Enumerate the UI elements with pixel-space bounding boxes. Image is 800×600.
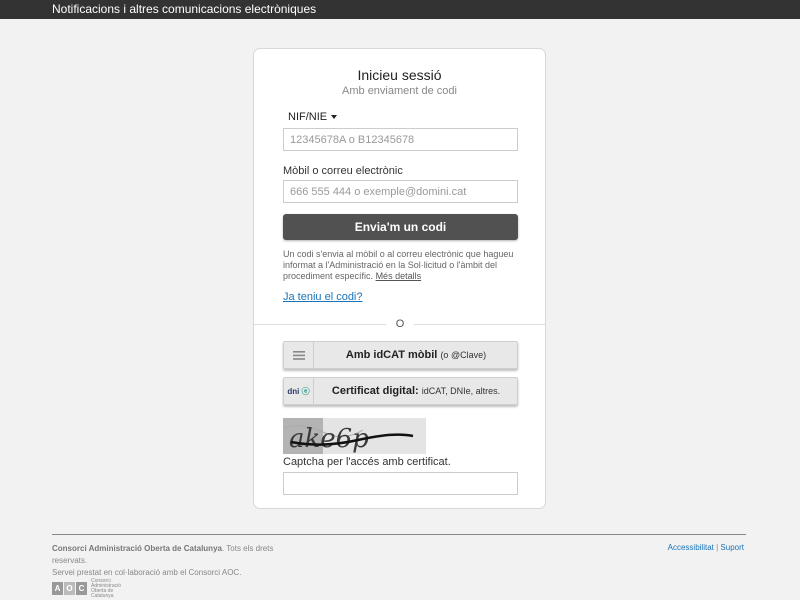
have-code-link[interactable]: Ja teniu el codi? [283,291,363,303]
caret-down-icon [331,115,338,120]
code-info-text: Un codi s'envia al mòbil o al correu ele… [283,249,523,282]
captcha-input[interactable] [283,472,518,495]
idcat-label-note: (o @Clave) [440,350,487,360]
nif-input[interactable] [283,128,518,151]
aoc-logo-letter-o: O [64,582,75,595]
id-type-select[interactable]: NIF/NIE [288,111,338,123]
captcha-image: ake6p [283,418,426,454]
contact-input[interactable] [283,180,518,203]
divider-or: O [386,318,414,330]
login-title: Inicieu sessió [357,67,442,83]
top-header-bar: Notificacions i altres comunicacions ele… [0,0,800,19]
footer-service-text: Servei prestat en col·laboració amb el C… [52,568,242,577]
more-details-link[interactable]: Més detalls [376,271,422,281]
aoc-logo-text: Consorci Administració Oberta de Catalun… [91,577,122,599]
footer-link-separator: | [716,543,719,552]
login-subtitle: Amb enviament de codi [342,85,457,97]
idcat-mobile-button[interactable]: Amb idCAT mòbil (o @Clave) [283,341,518,369]
send-code-button[interactable]: Envia'm un codi [283,214,518,240]
idcat-label-main: Amb idCAT mòbil [345,349,438,361]
menu-lines-icon [284,342,314,368]
footer-divider [52,534,746,535]
accessibility-link[interactable]: Accessibilitat [668,543,714,552]
header-title: Notificacions i altres comunicacions ele… [52,2,317,16]
login-card: Inicieu sessió Amb enviament de codi NIF… [253,48,546,509]
footer-links: Accessibilitat | Suport [668,543,744,552]
aoc-logo: A O C Consorci Administració Oberta de C… [52,577,135,599]
contact-label: Mòbil o correu electrònic [283,165,403,177]
dni-icon-text: dni [287,386,300,396]
cert-label-main: Certificat digital: [331,385,419,397]
footer-org-name: Consorci Administració Oberta de Catalun… [52,544,222,553]
idcat-label: Amb idCAT mòbil (o @Clave) [314,342,518,368]
captcha-label: Captcha per l'accés amb certificat. [283,456,451,468]
digital-certificate-button[interactable]: dni ⓔ Certificat digital: idCAT, DNIe, a… [283,377,518,405]
aoc-logo-letter-c: C [76,582,87,595]
support-link[interactable]: Suport [720,543,744,552]
aoc-logo-letter-a: A [52,582,63,595]
dni-icon: dni ⓔ [284,378,314,404]
cert-label: Certificat digital: idCAT, DNIe, altres. [314,378,518,404]
footer-info: Consorci Administració Oberta de Catalun… [52,543,292,579]
cert-label-note: idCAT, DNIe, altres. [421,386,501,396]
id-type-selected: NIF/NIE [288,111,328,123]
